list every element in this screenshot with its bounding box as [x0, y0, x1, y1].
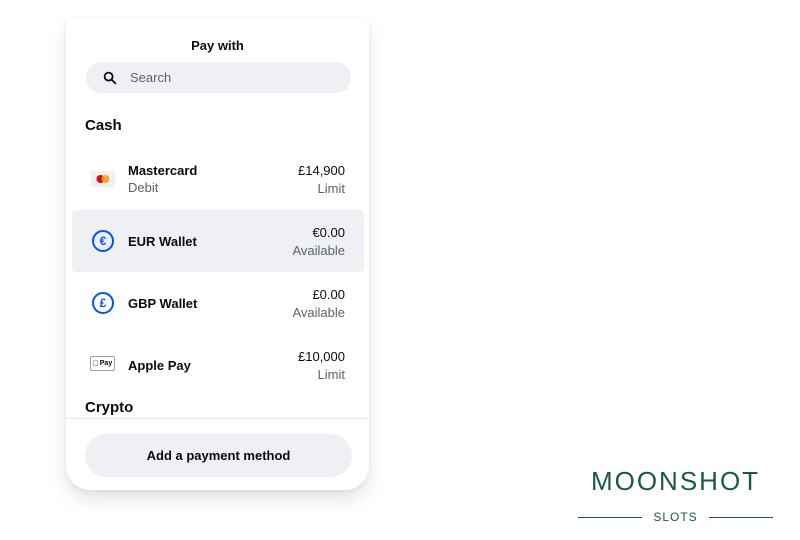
panel-title: Pay with — [191, 38, 244, 53]
method-amount-label: Limit — [317, 181, 345, 196]
method-amount-label: Available — [292, 243, 345, 258]
method-name: EUR Wallet — [128, 234, 197, 249]
method-name: GBP Wallet — [128, 296, 198, 311]
method-amount: £10,000 — [298, 349, 345, 364]
method-subtitle: Debit — [128, 180, 159, 195]
euro-icon: € — [92, 230, 114, 252]
brand-wordmark: MOONSHOT — [590, 466, 761, 496]
payment-method-apple-pay[interactable]: Pay Apple Pay £10,000 Limit — [72, 334, 364, 396]
method-amount-label: Available — [292, 305, 345, 320]
method-name: Mastercard — [128, 163, 198, 178]
apple-pay-icon: Pay — [90, 356, 115, 371]
method-amount: £0.00 — [312, 287, 345, 302]
method-amount: €0.00 — [312, 225, 345, 240]
add-payment-method-button[interactable]: Add a payment method — [85, 434, 352, 477]
brand-watermark: MOONSHOT SLOTS — [578, 466, 773, 528]
method-amount: £14,900 — [298, 163, 345, 178]
divider — [709, 517, 773, 518]
payment-method-mastercard[interactable]: Mastercard Debit £14,900 Limit — [72, 148, 364, 210]
section-heading-crypto: Crypto — [85, 399, 134, 416]
pound-icon: £ — [92, 292, 114, 314]
pay-with-panel: Pay with Search Cash Mastercard Debit £1… — [66, 18, 369, 490]
search-input[interactable]: Search — [86, 62, 351, 93]
search-placeholder: Search — [130, 70, 172, 85]
payment-method-gbp-wallet[interactable]: £ GBP Wallet £0.00 Available — [72, 272, 364, 334]
method-amount-label: Limit — [317, 367, 345, 382]
section-heading-cash: Cash — [85, 117, 122, 134]
payment-method-eur-wallet[interactable]: € EUR Wallet €0.00 Available — [72, 210, 364, 272]
search-icon — [103, 71, 117, 85]
method-name: Apple Pay — [128, 358, 191, 373]
panel-footer: Add a payment method — [66, 418, 369, 490]
mastercard-icon — [91, 171, 115, 187]
apple-pay-icon-text: Pay — [96, 360, 112, 367]
